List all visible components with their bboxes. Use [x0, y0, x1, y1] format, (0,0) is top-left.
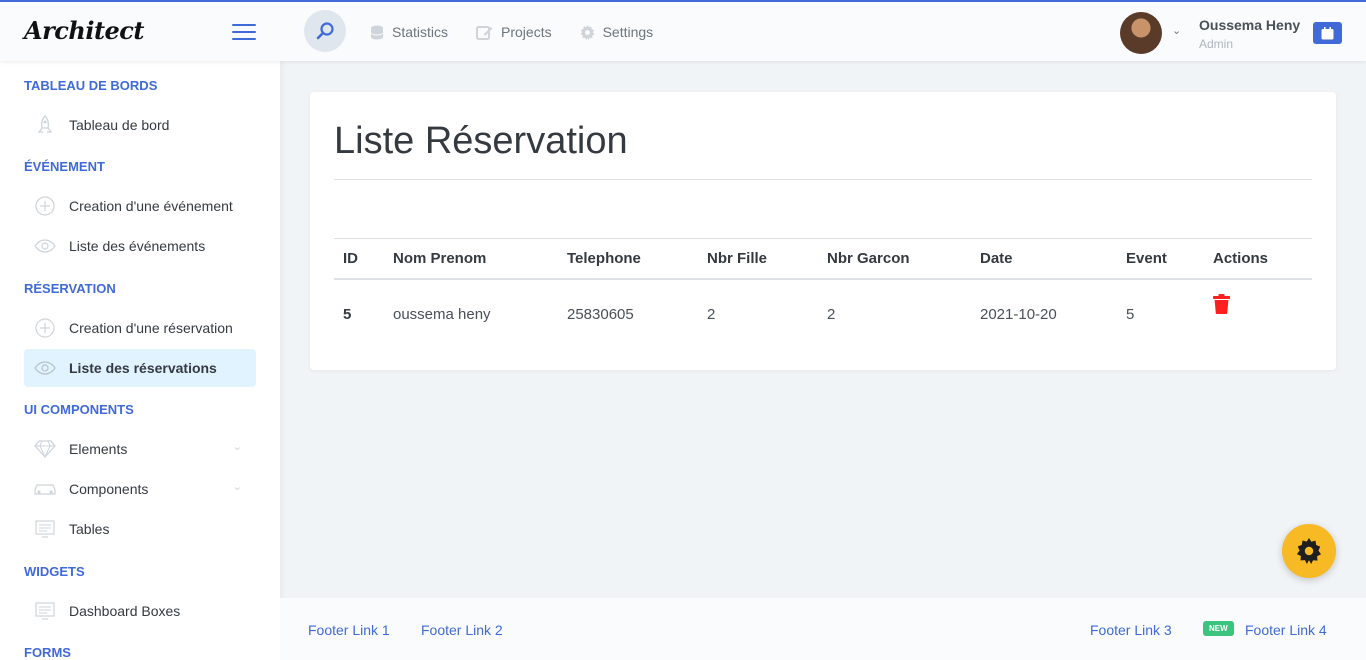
nav-projects-label: Projects	[501, 24, 552, 40]
user-role: Admin	[1199, 37, 1234, 51]
eye-icon	[34, 236, 56, 256]
column-header-nom-prenom: Nom Prenom	[393, 249, 487, 267]
sidebar-item-dashboard-boxes[interactable]: Dashboard Boxes	[24, 592, 256, 630]
gear-icon	[1296, 538, 1322, 564]
plus-circle-icon	[34, 318, 56, 338]
sidebar-item-liste-evenements[interactable]: Liste des événements	[24, 227, 256, 265]
footer-link-1[interactable]: Footer Link 1	[308, 622, 390, 638]
sidebar: TABLEAU DE BORDS Tableau de bord ÉVÉNEME…	[0, 61, 280, 660]
sidebar-item-components[interactable]: Components ⌄	[24, 470, 256, 508]
column-header-actions: Actions	[1213, 249, 1269, 267]
sidebar-item-label: Liste des réservations	[69, 360, 217, 376]
sidebar-item-creation-evenement[interactable]: Creation d'une événement	[24, 187, 256, 225]
sidebar-item-liste-reservations[interactable]: Liste des réservations	[24, 349, 256, 387]
calendar-icon	[1321, 26, 1334, 39]
rocket-icon	[34, 115, 56, 135]
reservations-table: ID Nom Prenom Telephone Nbr Fille Nbr Ga…	[334, 238, 1312, 349]
cell-actions	[1204, 279, 1312, 349]
sidebar-heading-dashboards: TABLEAU DE BORDS	[24, 78, 158, 93]
sidebar-toggle-button[interactable]	[232, 24, 256, 40]
column-header-nbr-garcon: Nbr Garcon	[827, 249, 910, 267]
sidebar-item-label: Elements	[69, 441, 128, 457]
sidebar-item-creation-reservation[interactable]: Creation d'une réservation	[24, 309, 256, 347]
search-icon	[316, 22, 334, 40]
eye-icon	[34, 358, 56, 378]
sidebar-item-label: Dashboard Boxes	[69, 603, 181, 619]
cell-id: 5	[343, 305, 352, 323]
delete-button[interactable]	[1213, 294, 1230, 318]
app-header: Architect Statistics Projects Settings ⌄…	[0, 0, 1366, 61]
chevron-down-icon[interactable]: ⌄	[233, 440, 242, 453]
sidebar-item-elements[interactable]: Elements ⌄	[24, 430, 256, 468]
nav-statistics-label: Statistics	[392, 24, 449, 40]
sidebar-item-label: Tableau de bord	[69, 117, 170, 133]
nav-statistics[interactable]: Statistics	[370, 24, 448, 40]
plus-circle-icon	[34, 196, 56, 216]
theme-settings-button[interactable]	[1282, 524, 1336, 578]
monitor-icon	[34, 601, 56, 621]
sidebar-item-label: Tables	[69, 521, 110, 537]
edit-icon	[476, 25, 493, 40]
table-header-row: ID Nom Prenom Telephone Nbr Fille Nbr Ga…	[334, 238, 1312, 279]
sidebar-heading-ui-components: UI COMPONENTS	[24, 402, 134, 417]
display-icon	[34, 519, 56, 539]
table-row: 5 oussema heny 25830605 2 2 2021-10-20 5	[334, 279, 1312, 349]
gear-icon	[580, 24, 595, 40]
sidebar-heading-reservation: RÉSERVATION	[24, 281, 116, 296]
cell-nbr-fille: 2	[707, 305, 716, 323]
calendar-button[interactable]	[1313, 22, 1342, 44]
sidebar-item-label: Liste des événements	[69, 238, 206, 254]
reservations-card: Liste Réservation ID Nom Prenom Telephon…	[310, 92, 1336, 370]
chevron-down-icon[interactable]: ⌄	[233, 480, 242, 493]
cell-nbr-garcon: 2	[827, 305, 836, 323]
sidebar-heading-forms: FORMS	[24, 645, 71, 660]
nav-settings-label: Settings	[602, 24, 654, 40]
title-divider	[334, 179, 1312, 180]
column-header-event: Event	[1126, 249, 1167, 267]
sidebar-item-label: Components	[69, 481, 149, 497]
footer-link-2[interactable]: Footer Link 2	[421, 622, 503, 638]
user-avatar[interactable]	[1120, 12, 1162, 54]
column-header-telephone: Telephone	[567, 249, 641, 267]
diamond-icon	[34, 439, 56, 459]
cell-telephone: 25830605	[567, 305, 634, 323]
nav-projects[interactable]: Projects	[476, 24, 552, 40]
column-header-date: Date	[980, 249, 1013, 267]
cell-nom-prenom: oussema heny	[393, 305, 491, 323]
column-header-nbr-fille: Nbr Fille	[707, 249, 768, 267]
new-badge: NEW	[1203, 621, 1234, 636]
sidebar-heading-evenement: ÉVÉNEMENT	[24, 159, 105, 174]
sidebar-item-tables[interactable]: Tables	[24, 510, 256, 548]
cell-event: 5	[1126, 305, 1135, 323]
cell-date: 2021-10-20	[980, 305, 1057, 323]
footer-link-3[interactable]: Footer Link 3	[1090, 622, 1172, 638]
column-header-id: ID	[343, 249, 358, 267]
car-icon	[34, 479, 56, 499]
app-footer: Footer Link 1 Footer Link 2 Footer Link …	[280, 598, 1366, 660]
sidebar-item-label: Creation d'une événement	[69, 198, 233, 214]
search-button[interactable]	[304, 10, 346, 52]
page-title: Liste Réservation	[334, 120, 628, 162]
user-name: Oussema Heny	[1199, 17, 1301, 33]
chevron-down-icon[interactable]: ⌄	[1172, 24, 1181, 37]
top-navigation: Statistics Projects Settings	[370, 24, 653, 40]
trash-icon	[1213, 294, 1230, 314]
sidebar-item-tableau-de-bord[interactable]: Tableau de bord	[24, 106, 256, 144]
nav-settings[interactable]: Settings	[580, 24, 654, 40]
sidebar-item-label: Creation d'une réservation	[69, 320, 233, 336]
sidebar-heading-widgets: WIDGETS	[24, 564, 85, 579]
app-logo[interactable]: Architect	[24, 16, 145, 45]
database-icon	[371, 25, 383, 39]
footer-link-4[interactable]: Footer Link 4	[1245, 622, 1327, 638]
